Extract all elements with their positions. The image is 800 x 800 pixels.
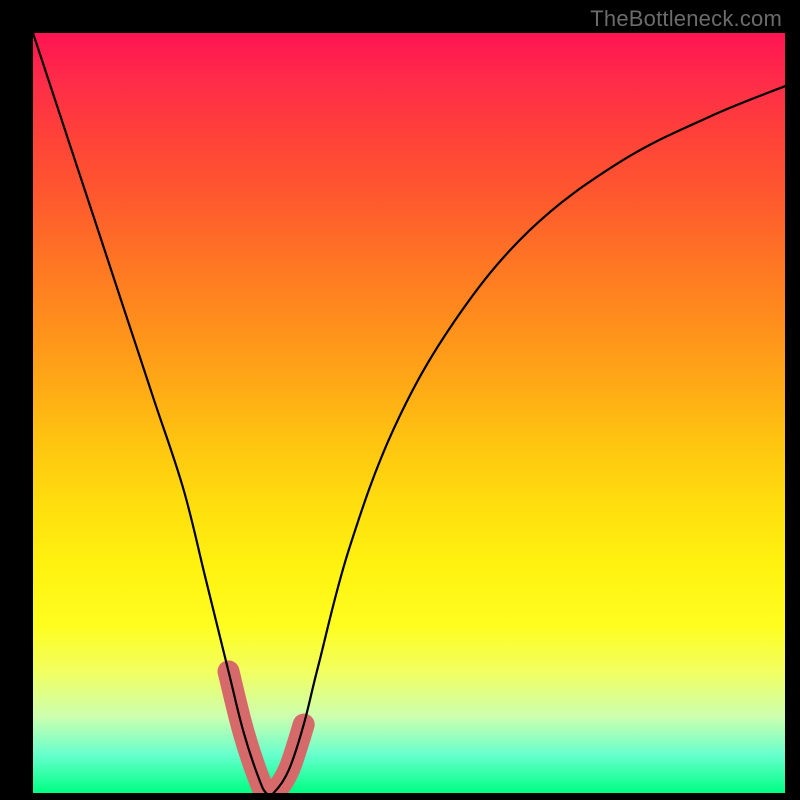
watermark-label: TheBottleneck.com (590, 6, 782, 32)
bottleneck-curve-path (33, 33, 785, 793)
bottleneck-chart (33, 33, 785, 793)
bottleneck-highlight-path (229, 671, 304, 793)
plot-area (33, 33, 785, 793)
